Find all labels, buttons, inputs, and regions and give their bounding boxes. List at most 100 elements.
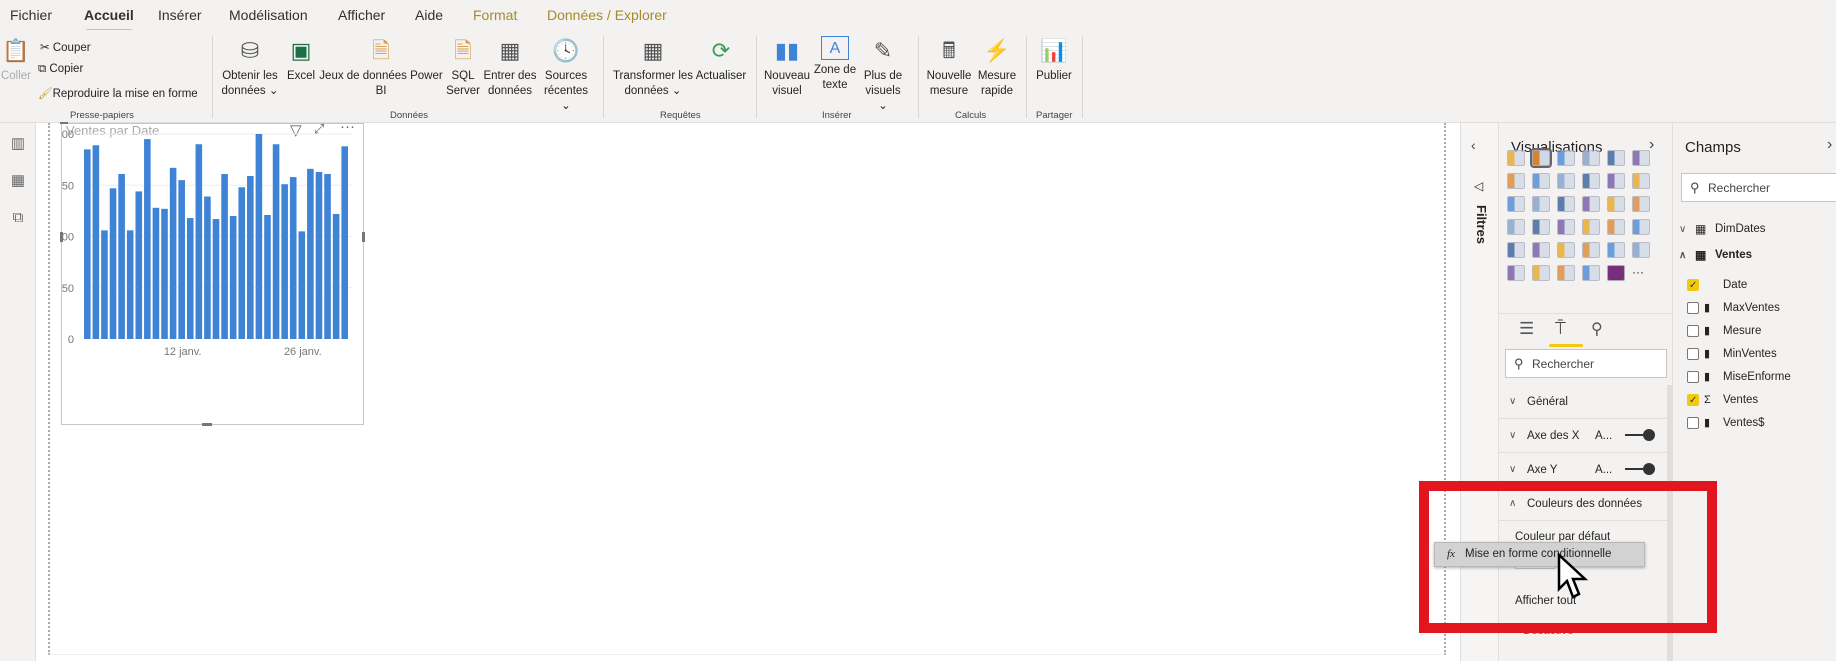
new-visual-button[interactable]: ▮▮ Nouveau visuel xyxy=(764,36,810,99)
visual-type-icon[interactable] xyxy=(1632,242,1650,258)
table-dimdates[interactable]: ∨ ▦ DimDates xyxy=(1679,220,1765,238)
visual-type-icon[interactable] xyxy=(1582,242,1600,258)
cut-button[interactable]: ✂ Couper xyxy=(40,40,91,54)
bar[interactable] xyxy=(255,134,263,339)
section-general[interactable]: ∨ Général xyxy=(1499,385,1667,419)
transform-data-button[interactable]: ▦ Transformer les données ⌄ xyxy=(612,36,694,99)
section-x-axis[interactable]: ∨ Axe des X A... xyxy=(1499,419,1667,453)
text-box-button[interactable]: A Zone de texte xyxy=(812,36,858,93)
tab-afficher[interactable]: Afficher xyxy=(338,7,385,23)
visual-type-icon[interactable] xyxy=(1607,173,1625,189)
visual-type-icon[interactable] xyxy=(1532,242,1550,258)
visual-type-icon[interactable] xyxy=(1557,242,1575,258)
field-checkbox[interactable] xyxy=(1687,277,1699,295)
refresh-button[interactable]: ⟳ Actualiser xyxy=(694,36,748,84)
bar[interactable] xyxy=(109,188,117,339)
excel-button[interactable]: ▣ Excel xyxy=(284,36,318,84)
more-visuals-icon[interactable]: ··· xyxy=(1632,265,1650,281)
resize-handle[interactable] xyxy=(60,122,68,124)
chart-visual[interactable]: Ventes par Date ▽ ⤢ ··· 05010015020012 j… xyxy=(60,118,365,426)
tab-fichier[interactable]: Fichier xyxy=(10,7,52,23)
visual-type-icon[interactable] xyxy=(1582,265,1600,281)
field-checkbox[interactable] xyxy=(1687,392,1699,410)
tab-modelisation[interactable]: Modélisation xyxy=(229,7,308,23)
visual-type-icon[interactable] xyxy=(1507,265,1525,281)
visual-type-icon[interactable] xyxy=(1507,173,1525,189)
tab-inserer[interactable]: Insérer xyxy=(158,7,202,23)
bar[interactable] xyxy=(84,149,91,339)
visual-type-icon[interactable] xyxy=(1607,196,1625,212)
x-axis-toggle[interactable] xyxy=(1625,429,1655,441)
more-visuals-button[interactable]: ✎ Plus de visuels ⌄ xyxy=(860,36,906,114)
table-ventes[interactable]: ∧ ▦ Ventes xyxy=(1679,246,1752,264)
field-checkbox[interactable] xyxy=(1687,371,1699,383)
bar[interactable] xyxy=(152,207,160,339)
recent-sources-button[interactable]: 🕓 Sources récentes ⌄ xyxy=(538,36,594,114)
bar[interactable] xyxy=(264,214,271,339)
get-data-button[interactable]: ⛁ Obtenir les données ⌄ xyxy=(218,36,282,99)
analytics-icon[interactable]: ⚲ xyxy=(1591,319,1603,339)
bar[interactable] xyxy=(281,184,288,339)
tab-donnees-explorer[interactable]: Données / Explorer xyxy=(547,7,667,23)
bar[interactable] xyxy=(92,145,100,339)
bar[interactable] xyxy=(118,173,125,339)
bar[interactable] xyxy=(221,173,228,339)
visual-type-icon[interactable] xyxy=(1607,265,1625,281)
visual-type-icon[interactable] xyxy=(1607,150,1625,166)
conditional-formatting-menu-item[interactable]: fx Mise en forme conditionnelle xyxy=(1434,542,1645,567)
bar[interactable] xyxy=(238,187,246,339)
enter-data-button[interactable]: ▦ Entrer des données xyxy=(483,36,537,99)
visual-type-icon[interactable] xyxy=(1632,173,1650,189)
pbi-datasets-button[interactable]: 🗎 Jeux de données Power BI xyxy=(318,36,444,99)
copy-button[interactable]: ⧉ Copier xyxy=(38,63,83,76)
report-view-icon[interactable]: ▥ xyxy=(8,134,28,152)
bar[interactable] xyxy=(229,216,237,339)
field-checkbox[interactable] xyxy=(1687,302,1699,314)
bar[interactable] xyxy=(144,139,151,339)
visual-type-icon[interactable] xyxy=(1507,150,1525,166)
data-view-icon[interactable]: ▦ xyxy=(8,171,28,189)
tab-aide[interactable]: Aide xyxy=(415,7,443,23)
sql-server-button[interactable]: 🗎 SQL Server xyxy=(444,36,482,99)
format-painter-button[interactable]: 🖌Reproduire la mise en forme xyxy=(38,86,198,100)
bar[interactable] xyxy=(307,168,314,339)
bar[interactable] xyxy=(324,173,331,339)
visual-type-icon[interactable] xyxy=(1507,242,1525,258)
visual-type-icon[interactable] xyxy=(1530,148,1552,168)
bar[interactable] xyxy=(204,196,211,339)
visual-type-icon[interactable] xyxy=(1557,219,1575,235)
visual-type-icon[interactable] xyxy=(1557,150,1575,166)
visual-type-icon[interactable] xyxy=(1582,219,1600,235)
bar[interactable] xyxy=(195,144,203,339)
model-view-icon[interactable]: ⧉ xyxy=(8,209,28,227)
expand-chevron-icon[interactable]: › xyxy=(1827,136,1832,154)
visual-type-icon[interactable] xyxy=(1632,196,1650,212)
format-paintroller-icon[interactable]: ⍑ xyxy=(1555,318,1566,339)
bar[interactable] xyxy=(186,218,194,339)
field-checkbox[interactable] xyxy=(1687,325,1699,337)
visual-type-icon[interactable] xyxy=(1532,173,1550,189)
bar[interactable] xyxy=(161,208,168,339)
bar[interactable] xyxy=(272,144,280,339)
visual-type-icon[interactable] xyxy=(1582,150,1600,166)
fields-tab-icon[interactable]: ☰ xyxy=(1519,319,1534,339)
bar[interactable] xyxy=(247,176,254,339)
visual-type-icon[interactable] xyxy=(1582,196,1600,212)
field-checkbox[interactable] xyxy=(1687,348,1699,360)
bar[interactable] xyxy=(212,219,220,339)
visual-type-icon[interactable] xyxy=(1632,150,1650,166)
bar[interactable] xyxy=(332,213,340,339)
bar[interactable] xyxy=(289,177,297,339)
bar[interactable] xyxy=(341,146,348,339)
field-checkbox[interactable] xyxy=(1687,417,1699,429)
visual-type-icon[interactable] xyxy=(1507,219,1525,235)
visual-type-icon[interactable] xyxy=(1532,265,1550,281)
y-axis-toggle[interactable] xyxy=(1625,463,1655,475)
resize-handle[interactable] xyxy=(202,423,212,426)
quick-measure-button[interactable]: ⚡ Mesure rapide xyxy=(975,36,1019,99)
visual-type-icon[interactable] xyxy=(1557,265,1575,281)
bar[interactable] xyxy=(135,191,143,339)
resize-handle[interactable] xyxy=(362,232,365,242)
visual-type-icon[interactable] xyxy=(1607,242,1625,258)
bar[interactable] xyxy=(315,171,323,339)
